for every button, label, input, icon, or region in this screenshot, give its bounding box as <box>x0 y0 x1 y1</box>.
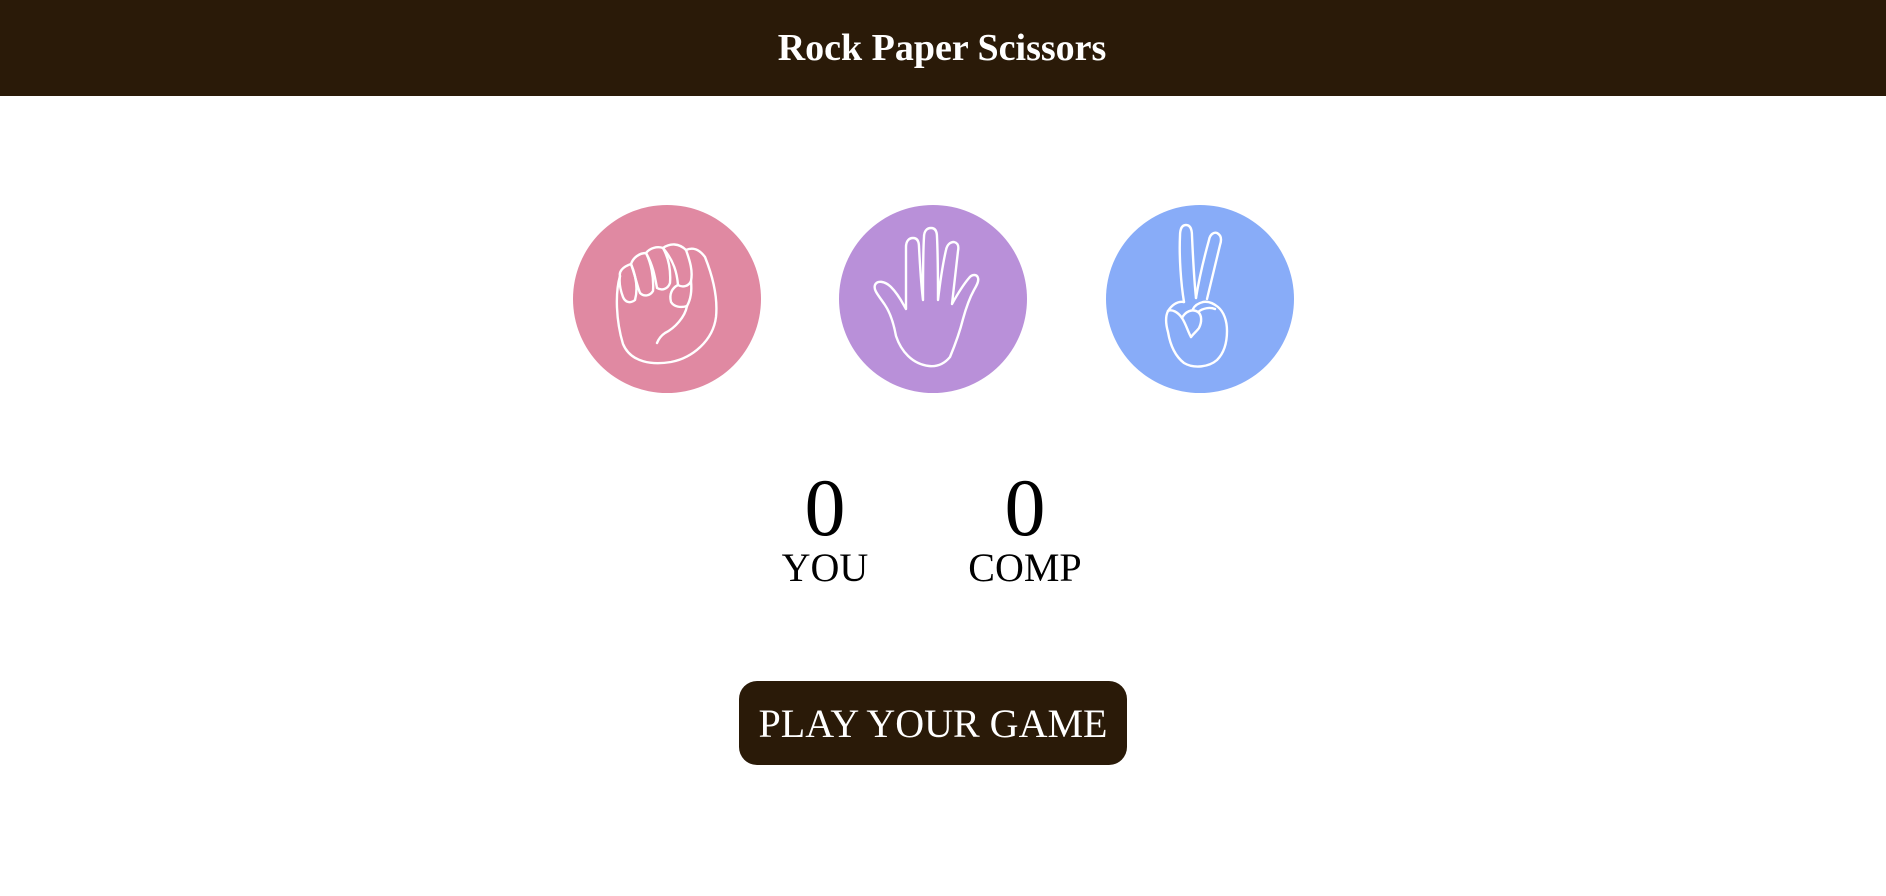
rock-choice-button[interactable] <box>573 205 761 393</box>
scissors-choice-button[interactable] <box>1106 205 1294 393</box>
open-hand-icon <box>873 226 980 368</box>
you-score-value: 0 <box>804 462 846 553</box>
choice-row <box>0 205 1886 393</box>
paper-choice-button[interactable] <box>839 205 1027 393</box>
you-score: 0 YOU <box>745 462 905 590</box>
fist-icon <box>615 243 718 365</box>
app-header: Rock Paper Scissors <box>0 0 1886 96</box>
peace-hand-icon <box>1164 223 1229 368</box>
comp-score-value: 0 <box>1004 462 1046 553</box>
you-score-label: YOU <box>781 545 869 590</box>
page-title: Rock Paper Scissors <box>777 27 1107 69</box>
score-board: 0 YOU 0 COMP <box>0 462 1886 600</box>
comp-score-label: COMP <box>968 545 1082 590</box>
comp-score: 0 COMP <box>945 462 1105 590</box>
play-game-button[interactable]: PLAY YOUR GAME <box>739 681 1127 765</box>
